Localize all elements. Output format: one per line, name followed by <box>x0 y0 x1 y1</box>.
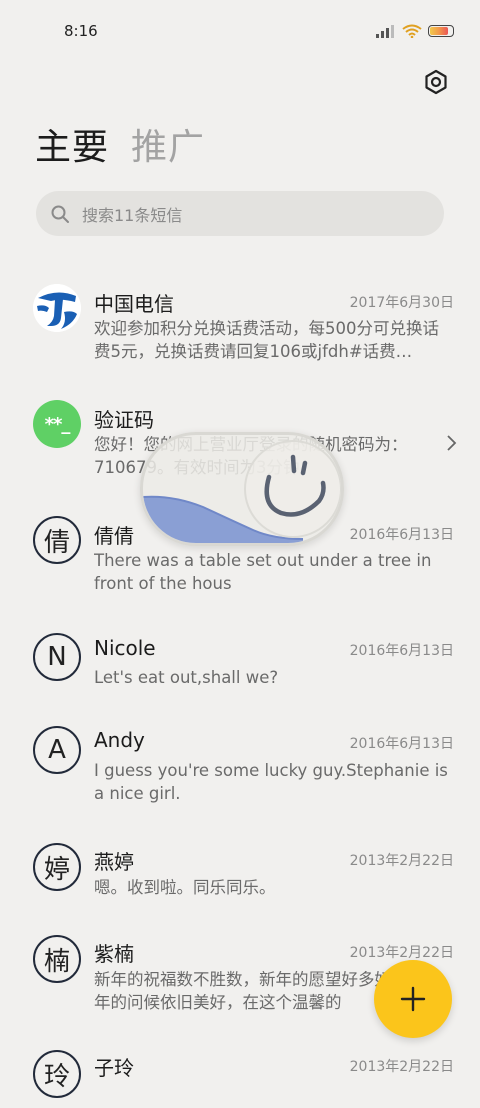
conversation-name: Andy <box>94 728 145 752</box>
conversation-date: 2016年6月13日 <box>349 643 454 659</box>
conversation-item[interactable]: A Andy 2016年6月13日 I guess you're some lu… <box>0 726 480 826</box>
conversation-date: 2016年6月13日 <box>349 527 454 543</box>
tabs: 主要 推广 <box>35 118 205 170</box>
avatar: 倩 <box>33 516 81 564</box>
conversation-name: Nicole <box>94 636 156 660</box>
avatar: 婷 <box>33 843 81 891</box>
settings-button[interactable] <box>420 66 452 98</box>
tab-promotions[interactable]: 推广 <box>131 118 205 170</box>
conversation-preview: There was a table set out under a tree i… <box>94 551 432 593</box>
conversation-date: 2013年2月22日 <box>349 945 454 961</box>
conversation-preview: 欢迎参加积分兑换话费活动，每500分可兑换话费5元，兑换话费请回复106或jfd… <box>94 319 439 361</box>
battery-level <box>430 27 449 35</box>
conversation-item[interactable]: 中国电信 2017年6月30日 欢迎参加积分兑换话费活动，每500分可兑换话费5… <box>0 280 480 380</box>
settings-icon <box>425 69 447 95</box>
plus-icon <box>400 986 426 1012</box>
china-telecom-logo <box>33 284 81 332</box>
search-placeholder: 搜索11条短信 <box>82 205 183 225</box>
new-message-button[interactable] <box>374 960 452 1038</box>
conversation-name: 倩倩 <box>94 524 134 548</box>
avatar-code: **_ <box>33 400 81 448</box>
search-icon <box>51 205 69 223</box>
conversation-preview: Let's eat out,shall we? <box>94 668 279 687</box>
conversation-date: 2013年2月22日 <box>349 853 454 869</box>
conversation-name: 紫楠 <box>94 942 134 966</box>
status-time: 8:16 <box>64 22 98 40</box>
conversation-name: 燕婷 <box>94 850 134 874</box>
conversation-preview: I guess you're some lucky guy.Stephanie … <box>94 761 448 803</box>
status-bar: 8:16 <box>0 0 480 60</box>
tab-primary[interactable]: 主要 <box>35 118 109 170</box>
avatar: A <box>33 726 81 774</box>
conversation-date: 2017年6月30日 <box>349 295 454 311</box>
wifi-icon <box>402 24 422 38</box>
conversation-date: 2016年6月13日 <box>349 736 454 752</box>
conversation-name: 子玲 <box>94 1056 134 1080</box>
status-icons <box>376 24 454 38</box>
signal-icon <box>376 25 394 38</box>
loading-smile-icon <box>143 440 341 543</box>
conversation-date: 2013年2月22日 <box>349 1059 454 1075</box>
conversation-name: 中国电信 <box>94 292 174 316</box>
conversation-item[interactable]: 玲 子玲 2013年2月22日 <box>0 1048 480 1108</box>
conversation-preview: 嗯。收到啦。同乐同乐。 <box>94 878 276 897</box>
avatar: 楠 <box>33 935 81 983</box>
conversation-name: 验证码 <box>94 408 154 432</box>
search-bar[interactable]: 搜索11条短信 <box>36 191 444 236</box>
loading-overlay <box>140 432 344 546</box>
avatar: N <box>33 633 81 681</box>
avatar: 玲 <box>33 1050 81 1098</box>
conversation-item[interactable]: N Nicole 2016年6月13日 Let's eat out,shall … <box>0 632 480 712</box>
battery-icon <box>428 25 454 37</box>
chevron-right-icon[interactable] <box>444 434 458 452</box>
conversation-item[interactable]: 婷 燕婷 2013年2月22日 嗯。收到啦。同乐同乐。 <box>0 842 480 922</box>
